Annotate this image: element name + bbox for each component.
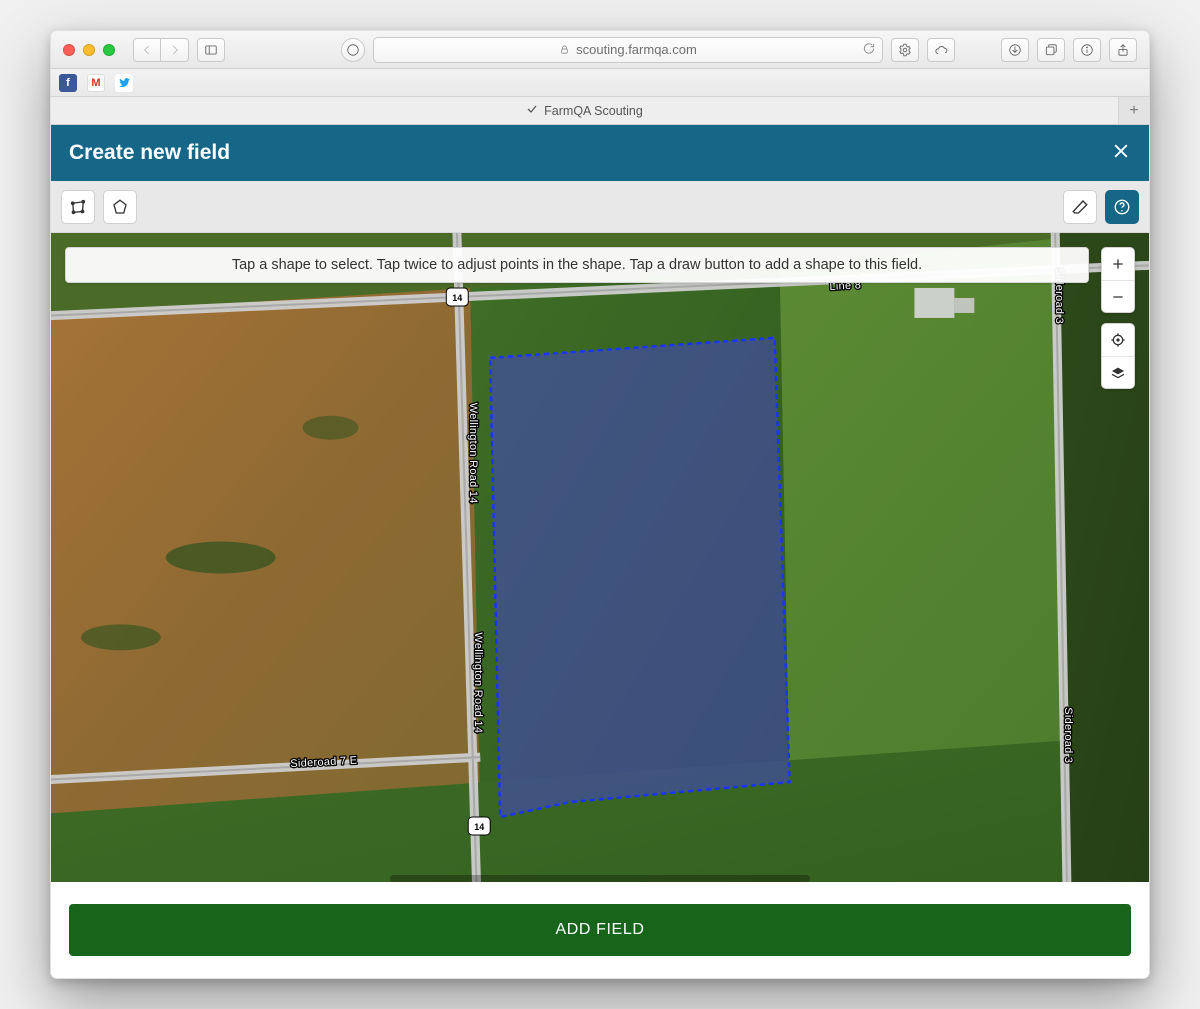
reload-icon[interactable] (862, 41, 876, 58)
map-area[interactable]: 14 14 Line 8 Sideroad 7 E Wellington Roa… (51, 233, 1149, 882)
window-close-dot[interactable] (63, 44, 75, 56)
tabs-overview-button[interactable] (1037, 38, 1065, 62)
window-minimize-dot[interactable] (83, 44, 95, 56)
settings-gear-button[interactable] (891, 38, 919, 62)
svg-text:Wellington Road 14: Wellington Road 14 (472, 632, 484, 733)
map-hint-banner: Tap a shape to select. Tap twice to adju… (65, 247, 1089, 283)
sidebar-toggle-button[interactable] (197, 38, 225, 62)
svg-text:Sideroad 3: Sideroad 3 (1062, 707, 1074, 763)
draw-polygon-tool[interactable] (61, 190, 95, 224)
svg-text:14: 14 (452, 293, 462, 303)
browser-window: scouting.farmqa.com f M FarmQA Scouting … (50, 30, 1150, 979)
address-text: scouting.farmqa.com (576, 42, 697, 57)
svg-text:Wellington Road 14: Wellington Road 14 (467, 403, 479, 504)
favorite-facebook[interactable]: f (59, 74, 77, 92)
drawing-toolbar (51, 181, 1149, 233)
zoom-in-button[interactable] (1102, 248, 1134, 280)
layers-icon (1110, 365, 1126, 381)
eraser-tool[interactable] (1063, 190, 1097, 224)
svg-text:14: 14 (474, 822, 484, 832)
locate-me-button[interactable] (1102, 324, 1134, 356)
nav-back-forward (133, 38, 189, 62)
polygon-icon (69, 198, 87, 216)
app-header: Create new field (51, 125, 1149, 181)
add-field-button[interactable]: ADD FIELD (69, 904, 1131, 956)
tab-favicon-check-icon (526, 103, 538, 118)
close-button[interactable] (1111, 141, 1131, 166)
favorite-twitter[interactable] (115, 74, 133, 92)
pivot-icon (111, 198, 129, 216)
draw-pivot-tool[interactable] (103, 190, 137, 224)
help-button[interactable] (1105, 190, 1139, 224)
footer: ADD FIELD (51, 882, 1149, 978)
info-button[interactable] (1073, 38, 1101, 62)
nav-forward-button[interactable] (161, 38, 189, 62)
help-icon (1113, 198, 1131, 216)
route-shield-mid: 14 (468, 817, 490, 835)
favorite-gmail[interactable]: M (87, 74, 105, 92)
close-icon (1111, 141, 1131, 161)
lock-icon (559, 44, 570, 55)
address-bar[interactable]: scouting.farmqa.com (373, 37, 883, 63)
nav-back-button[interactable] (133, 38, 161, 62)
map-controls (1101, 247, 1135, 389)
new-tab-button[interactable]: + (1119, 97, 1149, 124)
satellite-map: 14 14 Line 8 Sideroad 7 E Wellington Roa… (51, 233, 1149, 882)
favorites-bar: f M (51, 69, 1149, 97)
eraser-icon (1071, 198, 1089, 216)
tab-bar: FarmQA Scouting + (51, 97, 1149, 125)
icloud-button[interactable] (927, 38, 955, 62)
window-traffic-lights (63, 44, 115, 56)
plus-icon (1110, 256, 1126, 272)
window-zoom-dot[interactable] (103, 44, 115, 56)
field-shape (490, 338, 789, 817)
tab-title: FarmQA Scouting (544, 104, 643, 118)
locate-icon (1110, 332, 1126, 348)
route-shield-top: 14 (446, 288, 468, 306)
map-layers-button[interactable] (1102, 356, 1134, 388)
extension-button[interactable] (341, 38, 365, 62)
page-title: Create new field (69, 141, 230, 165)
browser-titlebar: scouting.farmqa.com (51, 31, 1149, 69)
horizontal-scrollbar[interactable] (390, 875, 810, 882)
minus-icon (1110, 289, 1126, 305)
downloads-button[interactable] (1001, 38, 1029, 62)
share-button[interactable] (1109, 38, 1137, 62)
zoom-out-button[interactable] (1102, 280, 1134, 312)
tab-farmqa[interactable]: FarmQA Scouting (51, 97, 1119, 124)
